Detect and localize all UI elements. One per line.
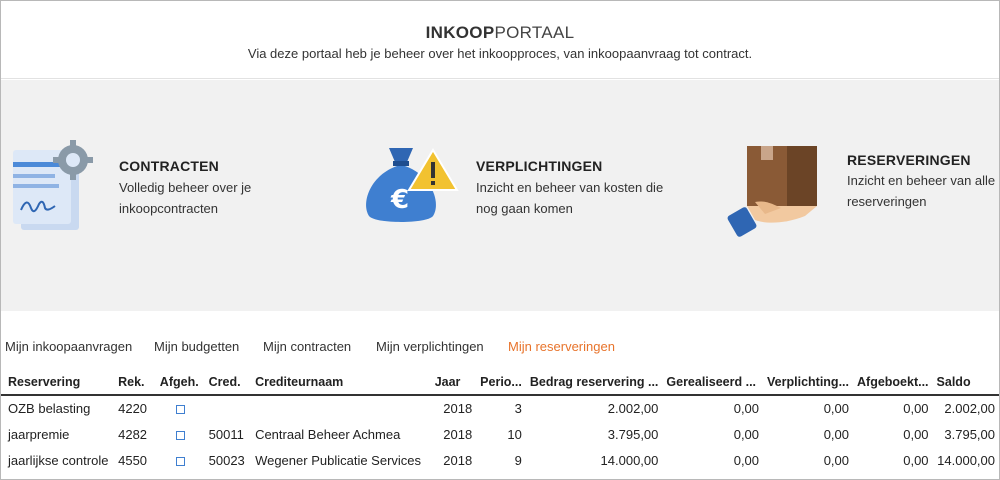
hand-package-icon (727, 146, 817, 237)
tile-description: Inzicht en beheer van kosten die nog gaa… (476, 177, 686, 219)
tile-desc-line: nog gaan komen (476, 201, 573, 216)
tile-desc-line: Inzicht en beheer van kosten die (476, 180, 664, 195)
tile-desc-line: inkoopcontracten (119, 201, 219, 216)
cell-gerealiseerd: 0,00 (733, 452, 760, 468)
cell-reservering: OZB belasting (8, 401, 91, 416)
tab-mijn-reserveringen[interactable]: Mijn reserveringen (508, 339, 615, 354)
page-title: INKOOPPORTAAL (1, 23, 999, 43)
tile-contracten[interactable]: CONTRACTEN Volledig beheer over je inkoo… (1, 80, 341, 311)
column-header[interactable]: Gerealiseerd ... (662, 369, 764, 396)
table-row[interactable]: jaarpremie 4282 50011 Centraal Beheer Ac… (1, 421, 999, 447)
tile-description: Inzicht en beheer van alle reserveringen (847, 170, 1000, 212)
cell-gerealiseerd: 0,00 (733, 401, 760, 416)
cell-afgeh (156, 447, 205, 473)
cell-periode: 3 (514, 401, 522, 416)
cell-bedrag: 14.000,00 (600, 452, 659, 468)
cell-rek: 4282 (118, 426, 148, 442)
cell-afgeh (156, 421, 205, 447)
title-light: PORTAAL (494, 23, 575, 42)
cell-verplichting: 0,00 (823, 452, 849, 468)
tile-title: RESERVERINGEN (847, 152, 971, 168)
cell-saldo: 2.002,00 (944, 401, 995, 416)
tile-desc-line: reserveringen (847, 194, 927, 209)
column-header[interactable]: Crediteurnaam (251, 369, 431, 396)
tile-desc-line: Volledig beheer over je (119, 180, 252, 195)
afgehandeld-checkbox[interactable] (175, 456, 185, 466)
column-header[interactable]: Bedrag reservering ... (525, 369, 663, 396)
cell-cred: 50011 (208, 426, 244, 442)
column-header[interactable]: Reservering (1, 369, 115, 396)
tab-mijn-verplichtingen[interactable]: Mijn verplichtingen (376, 339, 484, 354)
page-subtitle: Via deze portaal heb je beheer over het … (247, 46, 753, 61)
cell-cred: 50023 (208, 452, 245, 468)
table-row[interactable]: jaarlijkse controle 4550 50023 Wegener P… (1, 447, 999, 473)
tab-mijn-contracten[interactable]: Mijn contracten (263, 339, 351, 354)
cell-saldo: 14.000,00 (937, 452, 995, 468)
cell-reservering: jaarlijkse controle (8, 452, 109, 468)
cell-cred (205, 395, 251, 421)
cell-rek: 4220 (118, 401, 148, 416)
cell-bedrag: 2.002,00 (607, 401, 659, 416)
svg-text:€: € (390, 185, 409, 215)
contract-gear-icon (13, 140, 93, 230)
cell-afgeboekt: 0,00 (903, 426, 929, 442)
cell-rek: 4550 (118, 452, 148, 468)
tile-desc-line: Inzicht en beheer van alle (847, 173, 996, 188)
column-header[interactable]: Verplichting... (763, 369, 853, 396)
cell-afgeh (156, 395, 205, 421)
cell-afgeboekt: 0,00 (903, 401, 929, 416)
cell-crediteurnaam: Centraal Beheer Achmea (255, 426, 401, 442)
page-header: INKOOPPORTAAL Via deze portaal heb je be… (1, 1, 999, 79)
column-header[interactable]: Jaar (430, 369, 477, 396)
cell-jaar: 2018 (443, 401, 473, 416)
title-bold: INKOOP (425, 23, 495, 42)
reserveringen-table: Reservering Rek. Afgeh. Cred. Crediteurn… (1, 369, 999, 473)
cell-periode: 9 (514, 452, 522, 468)
cell-reservering: jaarpremie (8, 426, 70, 442)
tab-bar: Mijn inkoopaanvragen Mijn budgetten Mijn… (1, 339, 999, 359)
column-header[interactable]: Rek. (114, 369, 156, 396)
table-row[interactable]: OZB belasting 4220 2018 3 2.002,00 0,00 … (1, 395, 999, 421)
tab-mijn-inkoopaanvragen[interactable]: Mijn inkoopaanvragen (5, 339, 132, 354)
tile-title: CONTRACTEN (119, 158, 219, 174)
column-header[interactable]: Cred. (204, 369, 252, 396)
cell-afgeboekt: 0,00 (903, 452, 929, 468)
column-header[interactable]: Saldo (932, 369, 999, 396)
tile-verplichtingen[interactable]: € VERPLICHTINGEN Inzicht en beheer van k… (351, 80, 681, 311)
money-bag-warning-icon: € (366, 148, 459, 222)
tiles-section: CONTRACTEN Volledig beheer over je inkoo… (1, 80, 999, 311)
cell-jaar: 2018 (443, 426, 473, 442)
cell-bedrag: 3.795,00 (607, 426, 659, 442)
cell-crediteurnaam (251, 395, 431, 421)
afgehandeld-checkbox[interactable] (175, 405, 185, 415)
cell-verplichting: 0,00 (823, 401, 849, 416)
cell-saldo: 3.795,00 (944, 426, 995, 442)
tile-reserveringen[interactable]: RESERVERINGEN Inzicht en beheer van alle… (721, 80, 999, 311)
cell-verplichting: 0,00 (823, 426, 849, 442)
column-header[interactable]: Afgeh. (155, 369, 205, 396)
cell-gerealiseerd: 0,00 (733, 426, 760, 442)
tile-title: VERPLICHTINGEN (476, 158, 603, 174)
column-header[interactable]: Perio... (476, 369, 526, 396)
cell-crediteurnaam: Wegener Publicatie Services (255, 452, 422, 468)
tile-description: Volledig beheer over je inkoopcontracten (119, 177, 319, 219)
table-header-row: Reservering Rek. Afgeh. Cred. Crediteurn… (1, 369, 999, 396)
cell-periode: 10 (507, 426, 522, 442)
tab-mijn-budgetten[interactable]: Mijn budgetten (154, 339, 239, 354)
column-header[interactable]: Afgeboekt... (853, 369, 933, 396)
cell-jaar: 2018 (443, 452, 473, 468)
afgehandeld-checkbox[interactable] (175, 430, 185, 440)
